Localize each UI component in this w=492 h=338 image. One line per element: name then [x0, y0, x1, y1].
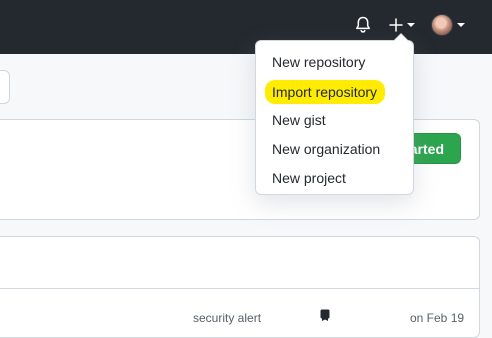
menu-item-label: Import repository [272, 84, 378, 100]
menu-item-label: New organization [272, 141, 381, 157]
create-menu-list: New repository Import repository New gis… [256, 48, 413, 193]
bell-icon [356, 16, 370, 33]
menu-item-label: New project [272, 170, 346, 186]
plus-icon [389, 18, 403, 32]
badge-icon [320, 309, 330, 321]
chevron-down-icon [457, 23, 465, 27]
menu-item-new-gist[interactable]: New gist [256, 106, 413, 135]
create-new-dropdown: New repository Import repository New gis… [255, 33, 414, 195]
notifications-button[interactable] [353, 14, 373, 36]
highlight-marker: Import repository [265, 80, 386, 104]
profile-menu-button[interactable] [430, 13, 466, 37]
security-alert-text: security alert [193, 311, 262, 325]
menu-item-new-project[interactable]: New project [256, 164, 413, 193]
card-divider [0, 288, 479, 289]
top-navigation-bar [0, 0, 492, 54]
activity-card: security alert on Feb 19 [0, 236, 480, 338]
menu-item-new-repository[interactable]: New repository [256, 48, 413, 77]
avatar [431, 14, 453, 36]
menu-item-label: New repository [272, 54, 366, 70]
dropdown-caret-fill [394, 34, 408, 41]
filter-input-edge[interactable] [0, 70, 10, 104]
menu-item-label: New gist [272, 112, 326, 128]
menu-item-import-repository[interactable]: Import repository [256, 77, 413, 106]
menu-item-new-organization[interactable]: New organization [256, 135, 413, 164]
date-text: on Feb 19 [410, 311, 465, 325]
chevron-down-icon [407, 23, 415, 27]
